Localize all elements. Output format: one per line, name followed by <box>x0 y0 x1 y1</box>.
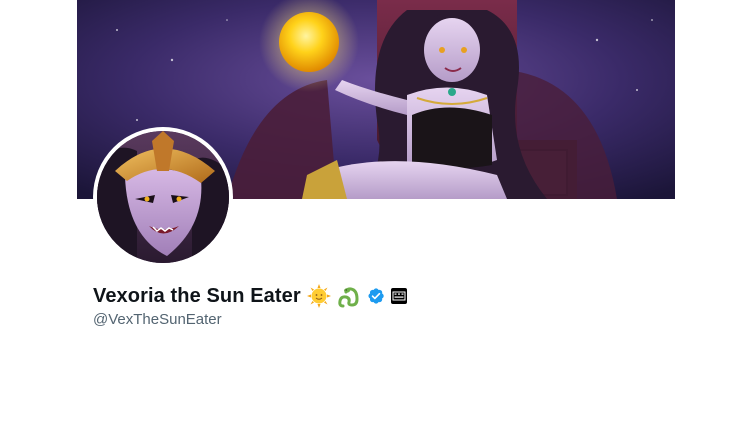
display-name: Vexoria the Sun Eater <box>93 284 301 307</box>
sun-with-face-icon <box>306 284 331 308</box>
affiliation-badge-icon[interactable] <box>390 288 407 304</box>
display-name-row: Vexoria the Sun Eater <box>93 283 407 309</box>
verified-badge-icon[interactable] <box>367 287 385 305</box>
profile-handle: @VexTheSunEater <box>93 311 222 328</box>
profile-avatar[interactable] <box>93 127 233 267</box>
snake-icon <box>337 284 361 308</box>
profile-page: Vexoria the Sun Eater @VexTheSunEater <box>0 0 743 435</box>
avatar-image <box>97 131 229 263</box>
